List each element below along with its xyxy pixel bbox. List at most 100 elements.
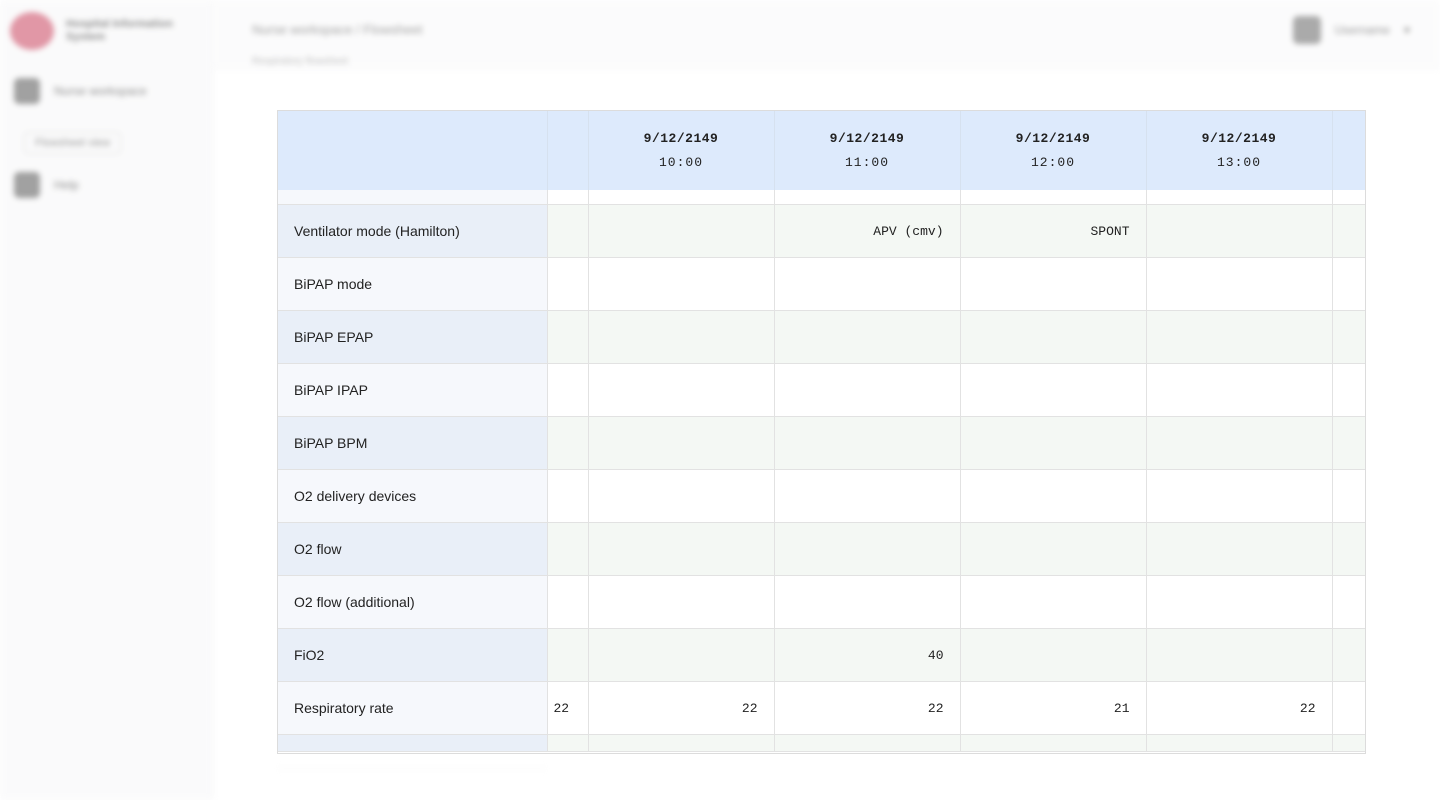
table-cell[interactable] xyxy=(588,310,775,364)
table-cell[interactable] xyxy=(774,363,961,417)
table-body: Ventilator mode (Hamilton) APV (cmv) SPONT… xyxy=(278,190,1365,752)
user-name: Username xyxy=(1334,23,1390,37)
table-cell[interactable] xyxy=(960,469,1147,523)
table-cell[interactable] xyxy=(1332,575,1365,629)
breadcrumb[interactable]: Nurse workspace / Flowsheet xyxy=(252,22,423,37)
table-cell[interactable] xyxy=(774,575,961,629)
table-cell[interactable] xyxy=(1146,363,1333,417)
table-cell[interactable]: 22 xyxy=(547,681,589,735)
table-cell[interactable] xyxy=(960,363,1147,417)
header-cell-1000[interactable]: 9/12/2149 10:00 xyxy=(588,111,775,190)
header-cell-1100[interactable]: 9/12/2149 11:00 xyxy=(774,111,961,190)
help-icon xyxy=(14,172,40,198)
table-cell[interactable] xyxy=(1332,628,1365,682)
table-cell[interactable] xyxy=(960,257,1147,311)
table-cell[interactable]: 22 xyxy=(588,681,775,735)
home-icon xyxy=(14,78,40,104)
table-cell[interactable] xyxy=(774,522,961,576)
table-cell[interactable] xyxy=(547,363,589,417)
table-cell[interactable] xyxy=(1332,310,1365,364)
table-row[interactable]: BiPAP mode xyxy=(278,257,1365,311)
table-cell[interactable] xyxy=(1332,416,1365,470)
table-cell[interactable] xyxy=(774,416,961,470)
table-cell[interactable] xyxy=(547,469,589,523)
table-cell[interactable] xyxy=(1146,204,1333,258)
user-menu[interactable]: Username ▾ xyxy=(1292,16,1410,44)
brand: Hospital Information System xyxy=(10,12,196,50)
divider xyxy=(277,768,547,769)
column-time: 11:00 xyxy=(844,154,889,170)
header-row: 9/12/2149 10:00 9/12/2149 11:00 9/12/214… xyxy=(278,111,1365,190)
table-cell[interactable] xyxy=(774,469,961,523)
table-cell[interactable] xyxy=(547,522,589,576)
row-label: O2 flow xyxy=(278,522,548,576)
table-cell[interactable]: 22 xyxy=(774,681,961,735)
table-cell[interactable] xyxy=(588,469,775,523)
avatar xyxy=(1292,16,1321,44)
table-row[interactable]: BiPAP EPAP xyxy=(278,310,1365,364)
table-cell[interactable] xyxy=(588,522,775,576)
table-row[interactable]: FiO2 40 xyxy=(278,628,1365,682)
table-cell[interactable] xyxy=(960,310,1147,364)
table-cell[interactable]: SPONT xyxy=(960,204,1147,258)
table-row[interactable]: Respiratory rate 22 22 22 21 22 xyxy=(278,681,1365,735)
hospital-logo-icon xyxy=(10,12,54,50)
table-cell[interactable] xyxy=(547,416,589,470)
table-cell[interactable] xyxy=(547,204,589,258)
table-cell[interactable] xyxy=(1146,628,1333,682)
table-cell[interactable] xyxy=(547,575,589,629)
table-row[interactable]: O2 flow xyxy=(278,522,1365,576)
table-cell[interactable] xyxy=(588,575,775,629)
table-cell[interactable] xyxy=(547,257,589,311)
table-cell[interactable] xyxy=(960,575,1147,629)
header-cell-1300[interactable]: 9/12/2149 13:00 xyxy=(1146,111,1333,190)
table-cell[interactable]: 21 xyxy=(960,681,1147,735)
table-cell[interactable] xyxy=(547,628,589,682)
column-date: 9/12/2149 xyxy=(829,130,905,146)
sidebar-item-help[interactable]: Help xyxy=(14,172,79,198)
column-time: 10:00 xyxy=(658,154,703,170)
table-cell[interactable] xyxy=(774,310,961,364)
header-cell-next[interactable] xyxy=(1332,111,1365,190)
table-cell[interactable] xyxy=(1146,310,1333,364)
table-row[interactable]: BiPAP IPAP xyxy=(278,363,1365,417)
table-cell[interactable] xyxy=(1332,257,1365,311)
table-cell[interactable] xyxy=(588,204,775,258)
table-row[interactable]: BiPAP BPM xyxy=(278,416,1365,470)
header-cell-1200[interactable]: 9/12/2149 12:00 xyxy=(960,111,1147,190)
table-cell[interactable] xyxy=(547,310,589,364)
table-cell[interactable] xyxy=(1332,681,1365,735)
table-row[interactable]: Ventilator mode (Hamilton) APV (cmv) SPONT xyxy=(278,204,1365,258)
table-cell[interactable] xyxy=(1332,469,1365,523)
table-cell[interactable] xyxy=(1146,575,1333,629)
table-cell[interactable] xyxy=(960,522,1147,576)
table-cell[interactable] xyxy=(1332,363,1365,417)
table-cell[interactable] xyxy=(1146,469,1333,523)
table-cell[interactable] xyxy=(588,257,775,311)
table-cell[interactable] xyxy=(1146,522,1333,576)
table-cell[interactable] xyxy=(588,628,775,682)
table-cell[interactable] xyxy=(960,416,1147,470)
row-label: BiPAP EPAP xyxy=(278,310,548,364)
column-date: 9/12/2149 xyxy=(1201,130,1277,146)
table-row-partial xyxy=(278,734,1365,752)
header-cell-prev[interactable] xyxy=(547,111,589,190)
table-cell[interactable] xyxy=(960,628,1147,682)
row-label: BiPAP BPM xyxy=(278,416,548,470)
table-cell[interactable] xyxy=(774,257,961,311)
table-cell[interactable] xyxy=(1332,522,1365,576)
table-cell[interactable] xyxy=(588,416,775,470)
table-row[interactable]: O2 flow (additional) xyxy=(278,575,1365,629)
table-cell[interactable] xyxy=(1146,416,1333,470)
table-cell[interactable]: 40 xyxy=(774,628,961,682)
table-cell[interactable]: 22 xyxy=(1146,681,1333,735)
column-date: 9/12/2149 xyxy=(643,130,719,146)
table-cell[interactable] xyxy=(1146,257,1333,311)
sidebar-item-workspace[interactable]: Nurse workspace xyxy=(14,78,147,104)
table-cell[interactable] xyxy=(1332,204,1365,258)
table-cell[interactable] xyxy=(588,363,775,417)
table-cell[interactable]: APV (cmv) xyxy=(774,204,961,258)
sidebar-item-label: Help xyxy=(54,178,79,192)
sidebar-item-flowsheet[interactable]: Flowsheet view xyxy=(24,132,122,154)
table-row[interactable]: O2 delivery devices xyxy=(278,469,1365,523)
